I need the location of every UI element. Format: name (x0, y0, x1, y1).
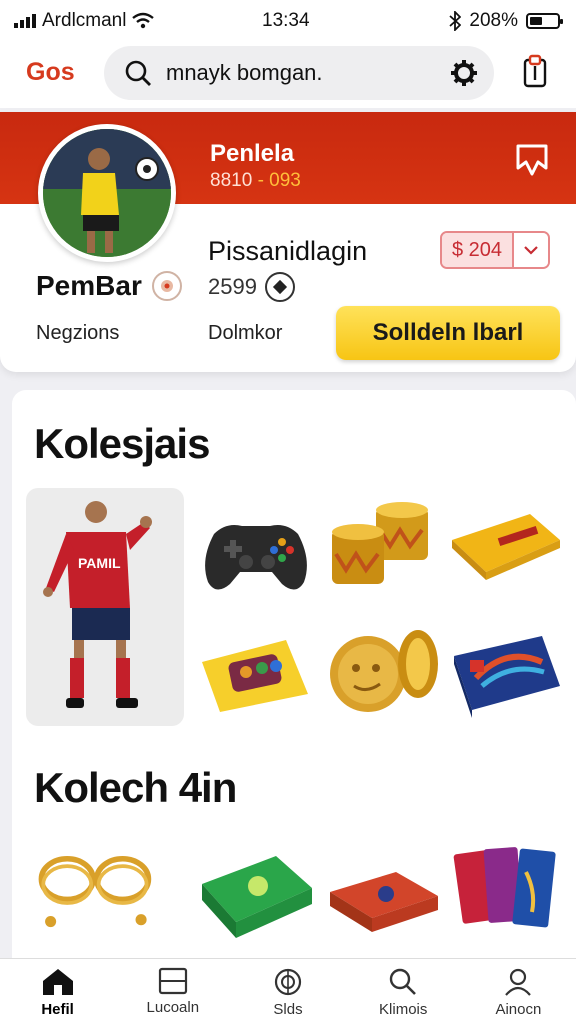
price-value: $ 204 (442, 233, 513, 267)
battery-percent: 208% (469, 10, 518, 31)
section-title-2: Kolech 4in (34, 764, 237, 811)
soccer-ball-icon (264, 272, 295, 302)
signal-icon (14, 14, 36, 28)
avatar[interactable] (38, 124, 176, 262)
gold-pack-icon[interactable] (446, 500, 566, 600)
square-icon (158, 967, 187, 995)
red-box-icon[interactable] (326, 852, 446, 952)
tab-location-label: Lucoaln (146, 999, 200, 1016)
chevron-down-icon[interactable] (512, 233, 549, 267)
player-image: PAMIL (43, 501, 152, 708)
status-time: 13:34 (262, 10, 310, 31)
shirt-text: PAMIL (78, 555, 121, 571)
bottom-nav: Hefil Lucoaln Slds Klimois Ainocn (0, 958, 576, 1024)
bookmark-icon[interactable] (514, 142, 550, 178)
tab-search[interactable]: Klimois (346, 959, 461, 1024)
home-icon (42, 969, 73, 995)
green-box-icon[interactable] (196, 846, 316, 946)
snack-pack-icon[interactable] (196, 628, 316, 728)
banner-subtitle: 8810 - 093 (210, 170, 301, 192)
gold-cups-icon[interactable] (326, 496, 446, 596)
profile-card: Penlela 8810 - 093 PemBar Pissanidlagin … (0, 112, 576, 372)
profile-title: Pissanidlagin (208, 236, 368, 266)
card-box-icon[interactable] (446, 626, 566, 726)
primary-action-button[interactable]: Solldeln lbarl (336, 306, 560, 360)
price-dropdown[interactable]: $ 204 (440, 231, 551, 269)
tab-slds[interactable]: Slds (230, 959, 345, 1024)
user-name: PemBar (36, 270, 142, 301)
trading-cards-icon[interactable] (446, 842, 566, 942)
settings-icon[interactable] (450, 59, 478, 87)
tab-account[interactable]: Ainocn (461, 959, 576, 1024)
verified-badge-icon (151, 271, 182, 301)
carrier-name: Ardlcmanl (42, 10, 127, 31)
tab-slds-label: Slds (273, 1001, 303, 1018)
wifi-icon (132, 12, 155, 29)
status-bar: Ardlcmanl 13:34 208% (0, 0, 576, 40)
tab-account-label: Ainocn (495, 1001, 542, 1018)
bluetooth-icon (449, 11, 462, 31)
gamepad-icon[interactable] (196, 504, 316, 604)
score-value: 2599 (208, 274, 257, 299)
tab-search-label: Klimois (379, 1001, 428, 1018)
search-icon (125, 60, 151, 86)
section-title-1: Kolesjais (34, 420, 210, 467)
search-input[interactable] (166, 56, 436, 90)
radar-icon (274, 968, 302, 996)
user-name-row: PemBar (36, 270, 182, 302)
gold-rings-icon[interactable] (34, 842, 154, 942)
banner-sub-b: - 093 (257, 170, 301, 191)
tab-home-label: Hefil (41, 1001, 74, 1018)
app-header: Gos (0, 40, 576, 108)
search-bar[interactable] (104, 46, 494, 100)
collections-panel: Kolesjais PAMIL Kolech 4in (12, 390, 576, 990)
label-right: Dolmkor (208, 322, 283, 344)
banner-title: Penlela (210, 140, 295, 167)
user-icon (505, 968, 532, 996)
banner-sub-a: 8810 (210, 170, 253, 191)
player-card[interactable]: PAMIL (26, 488, 184, 726)
search-icon (390, 968, 417, 995)
avatar-photo (43, 129, 171, 257)
brand-logo[interactable]: Gos (26, 58, 75, 87)
label-left: Negzions (36, 322, 120, 344)
clipboard-icon[interactable] (522, 54, 548, 90)
battery-icon (526, 13, 563, 29)
score-row: 2599 (208, 272, 295, 302)
tab-home[interactable]: Hefil (0, 959, 115, 1024)
gold-coin-icon[interactable] (326, 622, 446, 722)
tab-location[interactable]: Lucoaln (115, 959, 230, 1024)
